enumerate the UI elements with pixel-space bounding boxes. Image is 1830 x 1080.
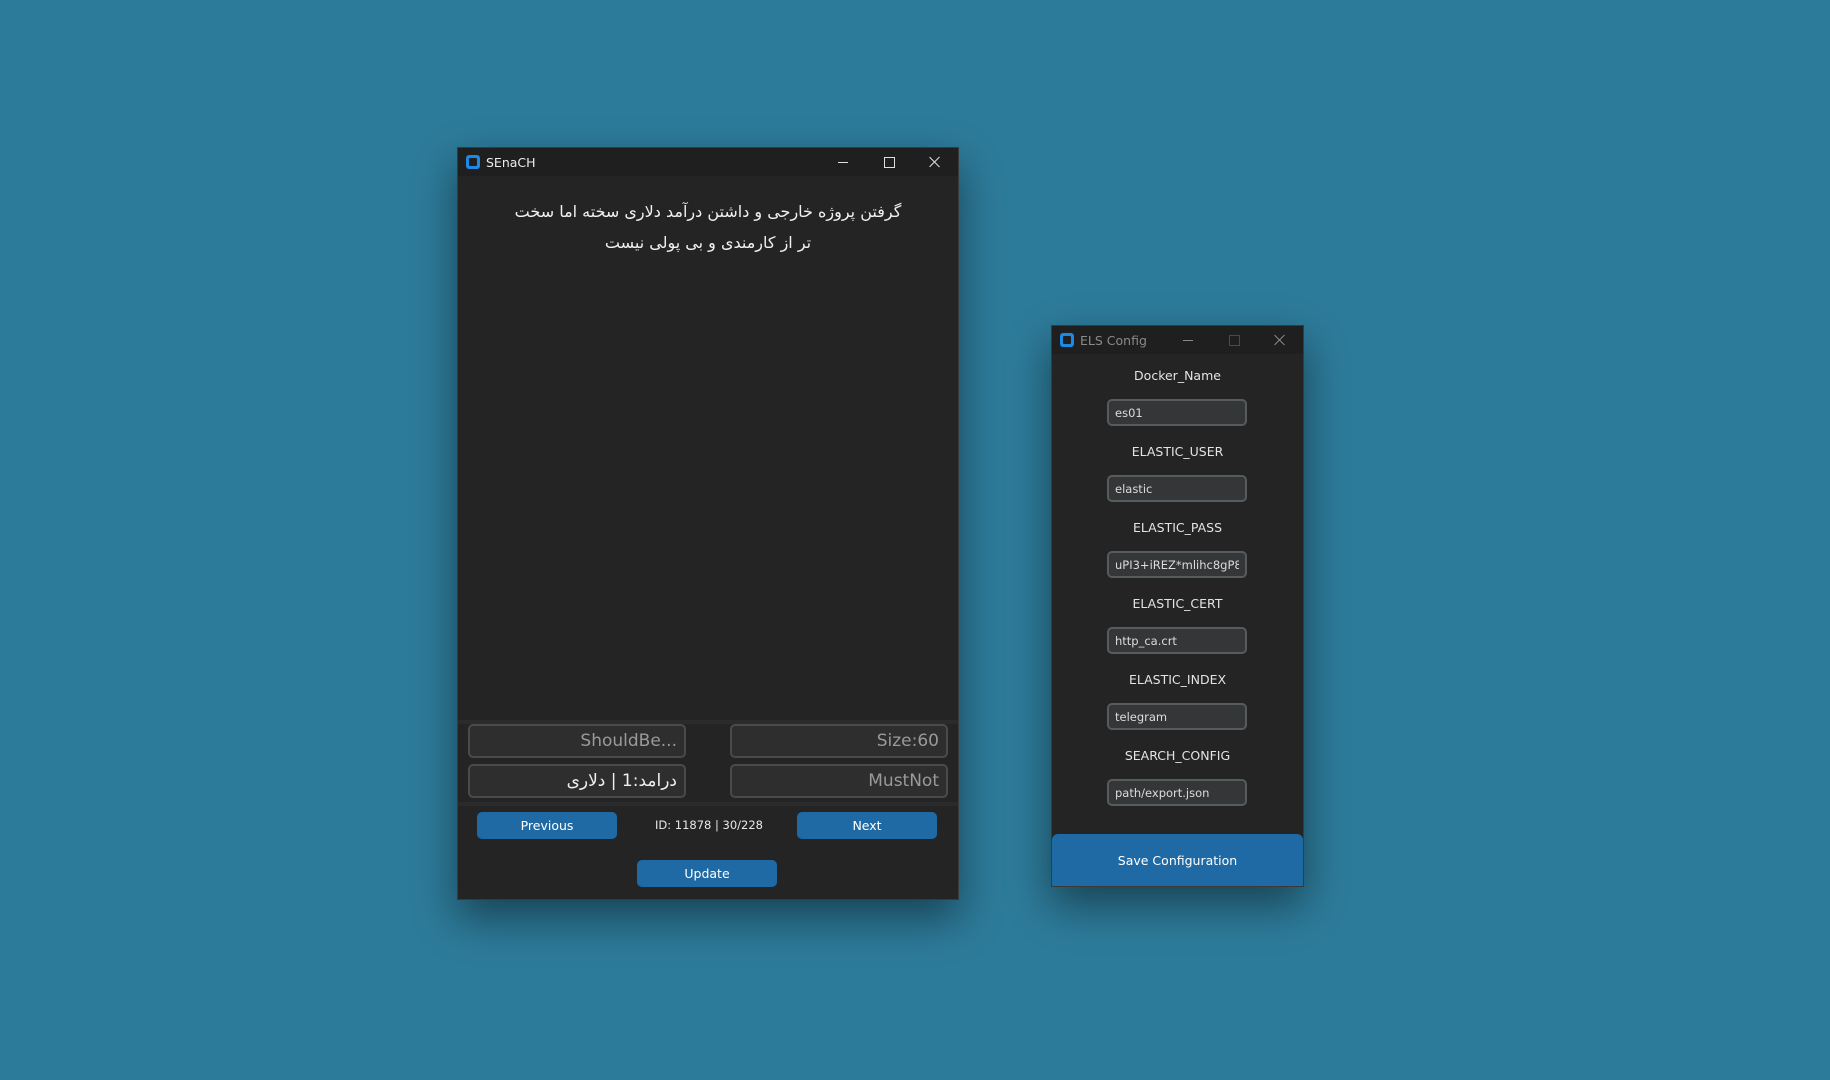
minimize-button[interactable] — [820, 148, 866, 176]
senach-titlebar[interactable]: SEnaCH — [458, 148, 958, 176]
window-title: ELS Config — [1080, 332, 1147, 348]
message-text: گرفتن پروژه خارجی و داشتن درآمد دلاری سخ… — [514, 202, 902, 252]
elastic-cert-label: ELASTIC_CERT — [1132, 596, 1223, 611]
search-config-input[interactable] — [1107, 779, 1247, 806]
close-icon — [929, 156, 941, 168]
elastic-index-label: ELASTIC_INDEX — [1128, 672, 1227, 687]
minimize-button[interactable] — [1165, 326, 1211, 354]
maximize-icon — [1228, 334, 1240, 346]
minimize-icon — [838, 161, 848, 163]
app-icon — [466, 155, 480, 169]
maximize-button[interactable] — [866, 148, 912, 176]
search-config-label: SEARCH_CONFIG — [1124, 748, 1231, 763]
elastic-user-input[interactable] — [1107, 475, 1247, 502]
query-row-top: ShouldBe... Size:60 — [468, 724, 948, 758]
window-title: SEnaCH — [486, 154, 536, 170]
id-label: ID: 11878 | 30/228 — [654, 818, 763, 832]
save-configuration-button[interactable]: Save Configuration — [1052, 834, 1303, 886]
close-button[interactable] — [912, 148, 958, 176]
should-be-input[interactable]: ShouldBe... — [468, 724, 686, 758]
docker-name-label: Docker_Name — [1134, 368, 1221, 383]
update-button[interactable]: Update — [637, 860, 777, 887]
elastic-index-input[interactable] — [1107, 703, 1247, 730]
els-titlebar[interactable]: ELS Config — [1052, 326, 1303, 354]
maximize-icon — [883, 156, 895, 168]
close-icon — [1274, 334, 1286, 346]
must-input[interactable]: درامد:1 | دلاری — [468, 764, 686, 798]
elastic-cert-input[interactable] — [1107, 627, 1247, 654]
size-input[interactable]: Size:60 — [730, 724, 948, 758]
nav-divider — [458, 802, 958, 806]
query-row-bottom: درامد:1 | دلاری MustNot — [468, 764, 948, 798]
app-icon — [1060, 333, 1074, 347]
els-config-window: ELS Config Docker_Name ELASTIC_USER ELAS… — [1051, 325, 1304, 887]
minimize-icon — [1183, 339, 1193, 341]
next-button[interactable]: Next — [797, 812, 937, 839]
elastic-pass-label: ELASTIC_PASS — [1132, 520, 1223, 535]
elastic-user-label: ELASTIC_USER — [1131, 444, 1224, 459]
elastic-pass-input[interactable] — [1107, 551, 1247, 578]
must-not-input[interactable]: MustNot — [730, 764, 948, 798]
senach-window: SEnaCH گرفتن پروژه خارجی و داشتن درآمد د… — [457, 147, 959, 900]
maximize-button — [1211, 326, 1257, 354]
docker-name-input[interactable] — [1107, 399, 1247, 426]
previous-button[interactable]: Previous — [477, 812, 617, 839]
close-button[interactable] — [1257, 326, 1303, 354]
